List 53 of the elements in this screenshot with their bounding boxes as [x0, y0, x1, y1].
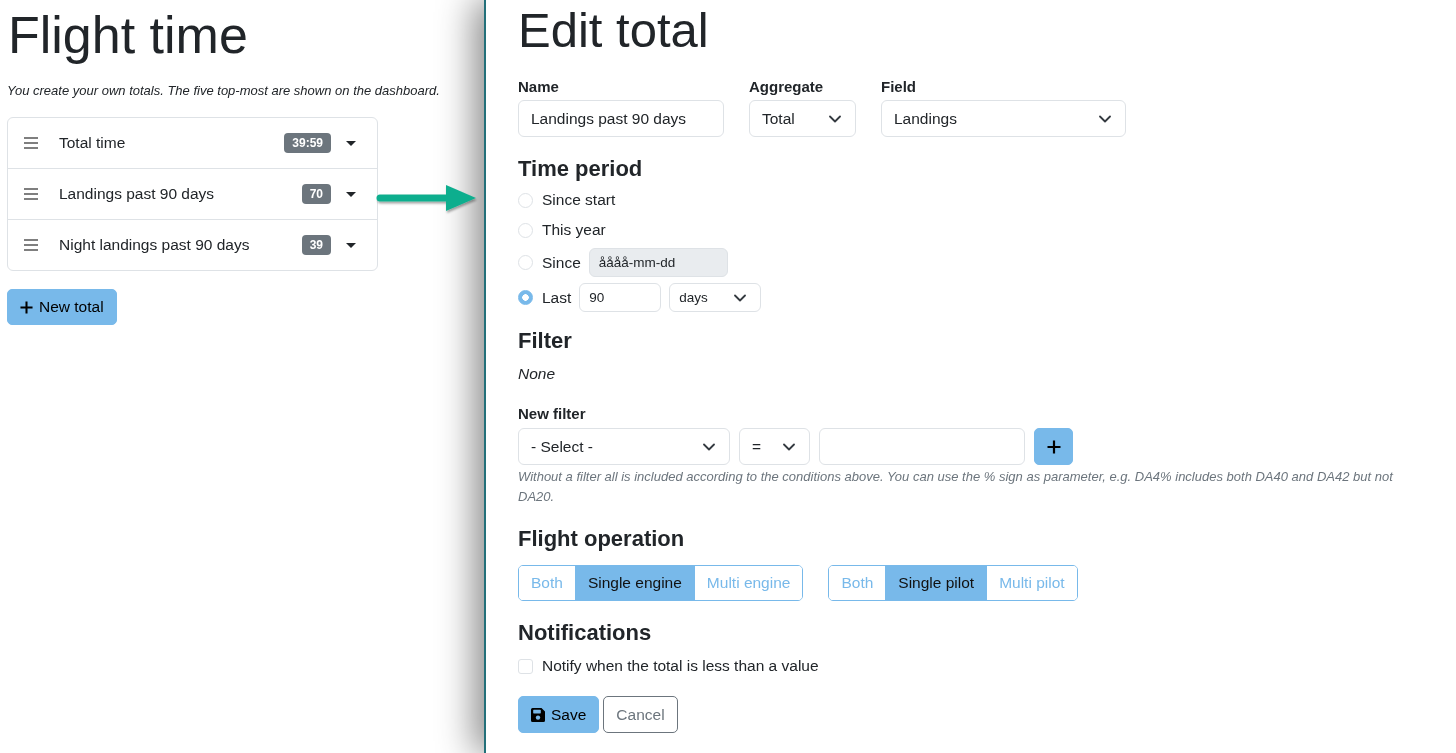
section-heading: Notifications	[518, 619, 653, 647]
option-label: This year	[542, 221, 606, 239]
toggle-button[interactable]: Single pilot	[885, 566, 987, 600]
save-button[interactable]: Save	[518, 696, 600, 733]
menu-icon[interactable]	[24, 188, 38, 200]
editor-title: Edit total	[518, 2, 710, 59]
caret-icon[interactable]	[346, 140, 356, 146]
menu-icon[interactable]	[24, 239, 38, 251]
filter-field-select[interactable]: - Select -	[518, 428, 730, 465]
chevron-down-icon	[703, 442, 715, 451]
checkbox[interactable]	[518, 658, 533, 674]
field-label: Name	[518, 78, 560, 96]
caret-icon[interactable]	[346, 191, 356, 197]
caret-icon[interactable]	[346, 242, 356, 248]
section-heading: Time period	[518, 155, 644, 183]
unit-select[interactable]: days	[669, 283, 762, 312]
value-badge: 39	[301, 235, 331, 255]
chevron-down-icon	[829, 114, 841, 123]
field-label: New filter	[518, 405, 587, 423]
dropdown-select[interactable]: Landings	[881, 100, 1126, 137]
section-heading: Filter	[518, 327, 573, 355]
filter-status: None	[518, 364, 557, 384]
checkbox-label: Notify when the total is less than a value	[542, 656, 819, 676]
option-label: Last	[542, 288, 572, 307]
intro-text: You create your own totals. The five top-most are shown on the dashboard.	[7, 82, 441, 100]
help-text: Without a filter all is included according to the conditions above. You can use the % sign as parameter, e.g. DA4% includes both DA40 and DA42 but not DA20.	[518, 468, 1395, 506]
chevron-down-icon	[783, 442, 795, 451]
section-heading: Flight operation	[518, 525, 686, 553]
total-name: Landings past 90 days	[59, 185, 216, 203]
plus-icon	[20, 300, 33, 314]
dropdown-select[interactable]: Total	[749, 100, 856, 137]
value-badge: 39:59	[284, 133, 331, 153]
total-name: Total time	[59, 134, 127, 152]
option-label: Since start	[542, 191, 616, 209]
toggle-button[interactable]: Single engine	[574, 566, 694, 600]
field-label: Aggregate	[749, 78, 825, 96]
chevron-down-icon	[1099, 114, 1111, 123]
value-badge: 70	[301, 184, 331, 204]
add-filter-button[interactable]	[1034, 428, 1073, 465]
filter-value-input[interactable]	[819, 428, 1025, 465]
option-label: Since	[542, 253, 581, 272]
plus-icon	[1046, 439, 1061, 454]
menu-icon[interactable]	[24, 137, 38, 149]
cancel-button[interactable]: Cancel	[603, 696, 678, 733]
radio-button[interactable]	[518, 290, 533, 305]
text-input[interactable]: Landings past 90 days	[518, 100, 724, 137]
operator-select[interactable]: =	[739, 428, 810, 465]
total-name: Night landings past 90 days	[59, 236, 251, 254]
new-total-button[interactable]: New total	[7, 289, 117, 325]
number-input[interactable]: 90	[579, 283, 662, 312]
field-label: Field	[881, 78, 917, 96]
page-title: Flight time	[8, 5, 249, 66]
chevron-down-icon	[734, 293, 747, 302]
